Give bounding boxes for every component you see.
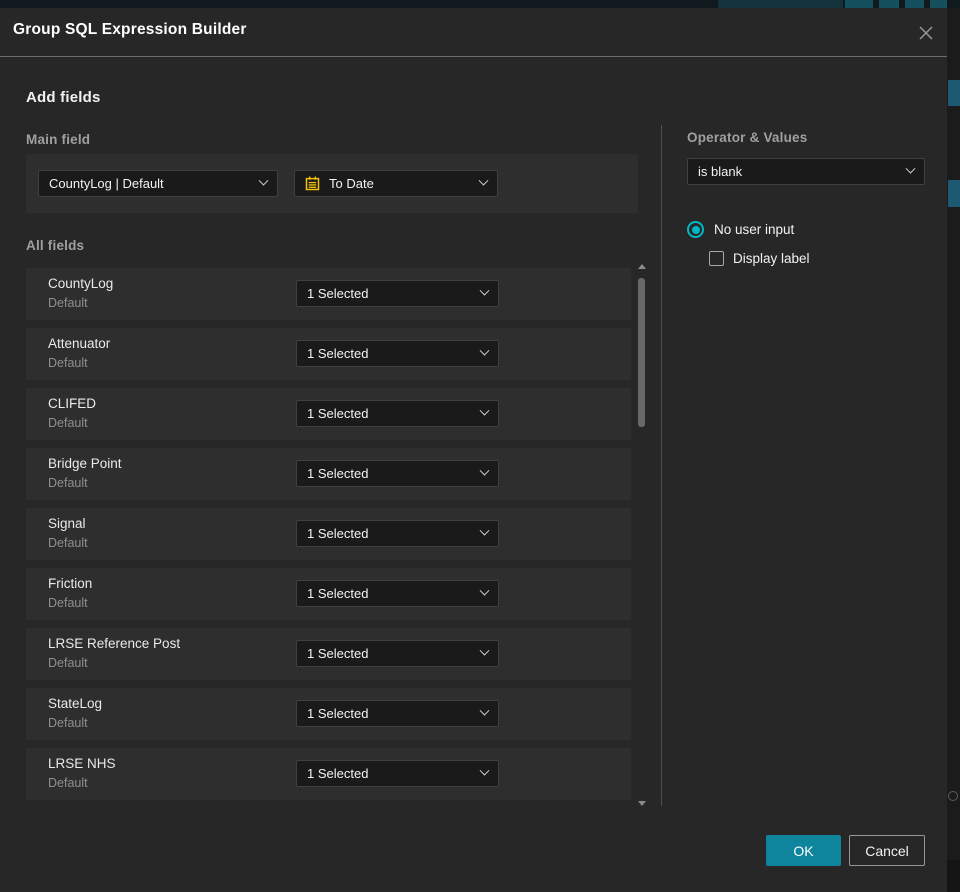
- field-row-attenuator: Attenuator Default 1 Selected: [26, 328, 631, 380]
- selected-count-label: 1 Selected: [307, 466, 369, 481]
- live-view-button[interactable]: Live view: [718, 0, 843, 8]
- field-name: StateLog: [48, 696, 103, 711]
- screen: Live view Group SQL Expression Builder A…: [0, 0, 960, 892]
- field-selected-dropdown[interactable]: 1 Selected: [296, 520, 499, 547]
- field-selected-dropdown[interactable]: 1 Selected: [296, 280, 499, 307]
- dialog-header: Group SQL Expression Builder: [0, 8, 947, 57]
- calendar-icon: [305, 176, 320, 191]
- checkbox-unchecked-icon: [709, 251, 724, 266]
- display-label-label: Display label: [733, 251, 810, 266]
- selected-count-label: 1 Selected: [307, 346, 369, 361]
- main-field-panel: CountyLog | Default To Date: [26, 154, 638, 213]
- field-selected-dropdown[interactable]: 1 Selected: [296, 700, 499, 727]
- field-row-bridge-point: Bridge Point Default 1 Selected: [26, 448, 631, 500]
- scrollbar-thumb[interactable]: [638, 278, 645, 427]
- main-field-label: Main field: [26, 132, 91, 147]
- field-name: Bridge Point: [48, 456, 122, 471]
- no-user-input-radio[interactable]: No user input: [687, 221, 794, 238]
- background-app-right-strip: [947, 8, 960, 892]
- field-name: Attenuator: [48, 336, 111, 351]
- field-name: CountyLog: [48, 276, 114, 291]
- add-fields-heading: Add fields: [26, 89, 101, 106]
- field-selected-dropdown[interactable]: 1 Selected: [296, 640, 499, 667]
- operator-dropdown[interactable]: is blank: [687, 158, 925, 185]
- all-fields-label: All fields: [26, 238, 85, 253]
- background-circle-glyph: [948, 791, 958, 801]
- chevron-down-icon: [479, 465, 490, 476]
- chevron-down-icon: [479, 705, 490, 716]
- background-toolbar-button: [905, 0, 924, 8]
- chevron-down-icon: [479, 585, 490, 596]
- selected-count-label: 1 Selected: [307, 286, 369, 301]
- field-name: CLIFED: [48, 396, 97, 411]
- field-name: Signal: [48, 516, 86, 531]
- operator-values-heading: Operator & Values: [687, 130, 808, 145]
- background-app-topbar: Live view: [0, 0, 960, 8]
- field-row-signal: Signal Default 1 Selected: [26, 508, 631, 560]
- field-name: LRSE NHS: [48, 756, 116, 771]
- field-selected-dropdown[interactable]: 1 Selected: [296, 580, 499, 607]
- field-subtitle: Default: [48, 596, 88, 610]
- selected-count-label: 1 Selected: [307, 526, 369, 541]
- vertical-divider: [661, 125, 662, 806]
- scrollbar-down-arrow-icon[interactable]: [638, 801, 646, 806]
- field-row-clifed: CLIFED Default 1 Selected: [26, 388, 631, 440]
- date-option-dropdown-value: To Date: [329, 176, 374, 191]
- main-field-dropdown[interactable]: CountyLog | Default: [38, 170, 278, 197]
- chevron-down-icon: [479, 405, 490, 416]
- background-toolbar-button: [879, 0, 899, 8]
- no-user-input-label: No user input: [714, 222, 795, 237]
- background-toolbar-button: [845, 0, 873, 8]
- fields-list-scrollbar[interactable]: [636, 262, 647, 808]
- background-panel-button: [948, 80, 960, 106]
- background-toolbar-button: [930, 0, 947, 8]
- field-subtitle: Default: [48, 416, 88, 430]
- cancel-button[interactable]: Cancel: [849, 835, 925, 866]
- field-selected-dropdown[interactable]: 1 Selected: [296, 400, 499, 427]
- selected-count-label: 1 Selected: [307, 646, 369, 661]
- selected-count-label: 1 Selected: [307, 586, 369, 601]
- field-name: Friction: [48, 576, 93, 591]
- chevron-down-icon: [479, 525, 490, 536]
- scrollbar-up-arrow-icon[interactable]: [638, 264, 646, 269]
- field-row-friction: Friction Default 1 Selected: [26, 568, 631, 620]
- field-row-countylog: CountyLog Default 1 Selected: [26, 268, 631, 320]
- field-name: LRSE Reference Post: [48, 636, 181, 651]
- background-dark-band: [947, 860, 960, 892]
- display-label-checkbox[interactable]: Display label: [709, 251, 810, 266]
- chevron-down-icon: [479, 645, 490, 656]
- field-subtitle: Default: [48, 656, 88, 670]
- field-subtitle: Default: [48, 476, 88, 490]
- chevron-down-icon: [258, 175, 269, 186]
- selected-count-label: 1 Selected: [307, 706, 369, 721]
- field-row-lrse-reference-post: LRSE Reference Post Default 1 Selected: [26, 628, 631, 680]
- field-subtitle: Default: [48, 356, 88, 370]
- group-sql-expression-builder-dialog: Group SQL Expression Builder Add fields …: [0, 8, 947, 892]
- field-selected-dropdown[interactable]: 1 Selected: [296, 340, 499, 367]
- chevron-down-icon: [479, 345, 490, 356]
- field-row-statelog: StateLog Default 1 Selected: [26, 688, 631, 740]
- radio-selected-icon: [687, 221, 704, 238]
- field-row-lrse-nhs: LRSE NHS Default 1 Selected: [26, 748, 631, 800]
- selected-count-label: 1 Selected: [307, 766, 369, 781]
- ok-button[interactable]: OK: [766, 835, 841, 866]
- close-button[interactable]: [913, 20, 939, 46]
- close-icon: [919, 26, 933, 40]
- field-selected-dropdown[interactable]: 1 Selected: [296, 760, 499, 787]
- field-subtitle: Default: [48, 776, 88, 790]
- chevron-down-icon: [905, 163, 916, 174]
- chevron-down-icon: [479, 285, 490, 296]
- operator-dropdown-value: is blank: [698, 164, 743, 179]
- field-selected-dropdown[interactable]: 1 Selected: [296, 460, 499, 487]
- date-option-dropdown[interactable]: To Date: [294, 170, 498, 197]
- field-subtitle: Default: [48, 536, 88, 550]
- field-subtitle: Default: [48, 716, 88, 730]
- main-field-dropdown-value: CountyLog | Default: [49, 176, 164, 191]
- chevron-down-icon: [479, 765, 490, 776]
- chevron-down-icon: [478, 175, 489, 186]
- background-panel-button: [948, 180, 960, 207]
- selected-count-label: 1 Selected: [307, 406, 369, 421]
- field-subtitle: Default: [48, 296, 88, 310]
- dialog-title: Group SQL Expression Builder: [13, 21, 247, 38]
